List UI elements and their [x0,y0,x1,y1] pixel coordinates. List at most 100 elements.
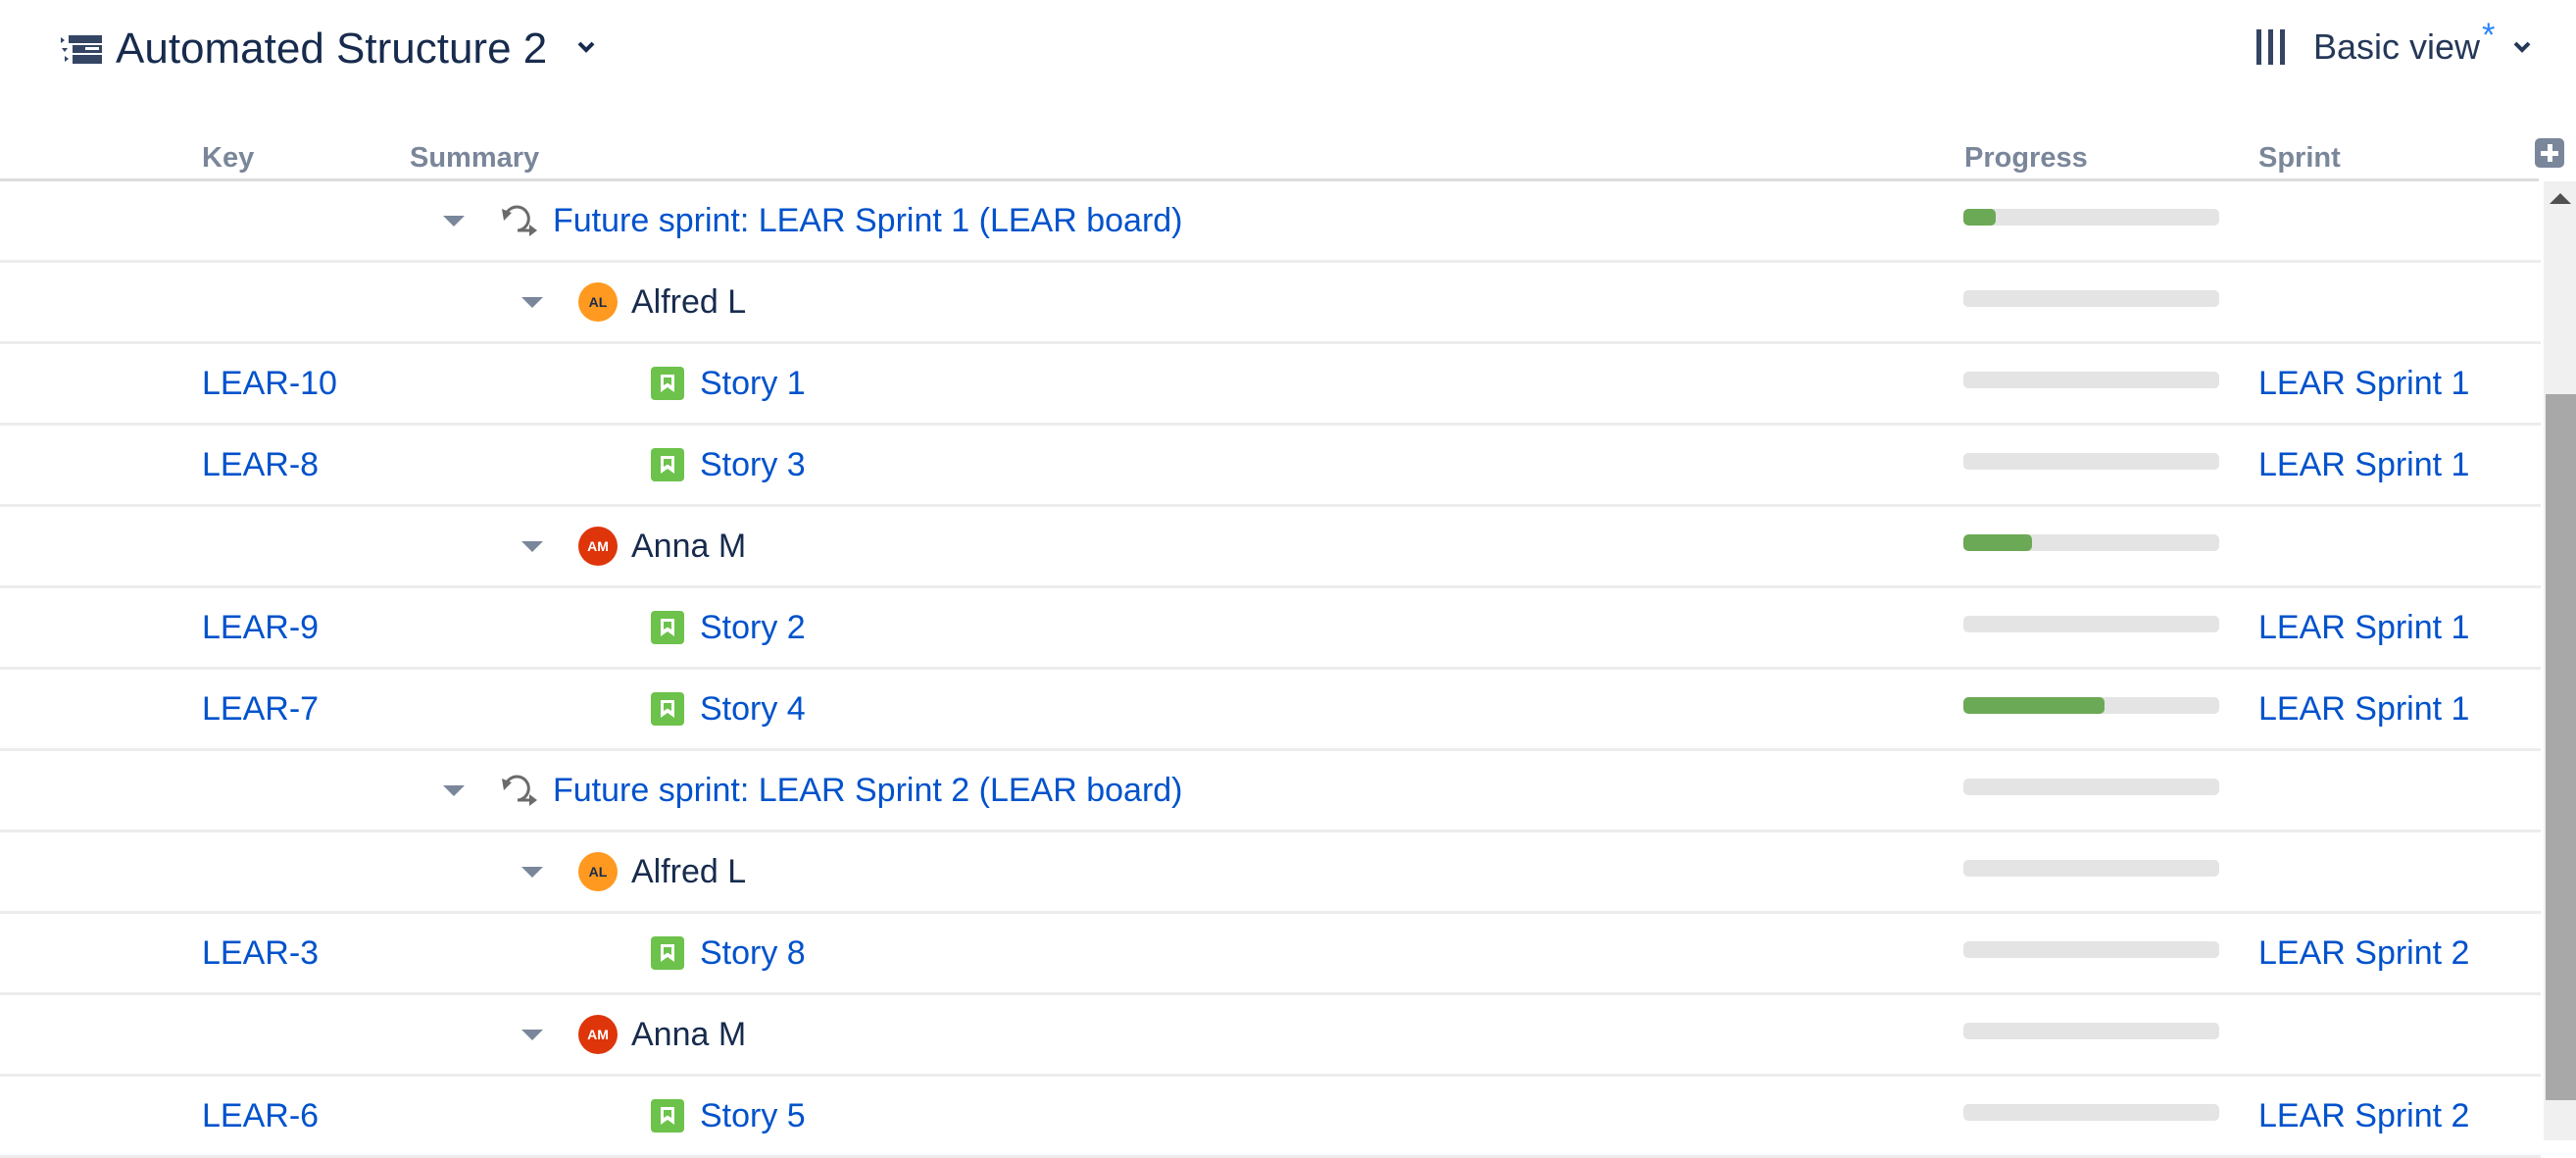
sprint-icon [502,775,537,806]
sprint-group-link[interactable]: Future sprint: LEAR Sprint 2 (LEAR board… [553,772,1183,810]
issue-key[interactable]: LEAR-8 [202,426,319,504]
table-row[interactable]: LEAR-8 Story 3 LEAR Sprint 1 [0,426,2541,507]
issue-summary-link[interactable]: Story 3 [700,446,806,484]
story-type-icon [651,1099,684,1133]
table-row[interactable]: AM Anna M [0,995,2541,1077]
summary-cell: Story 8 [651,914,806,992]
summary-cell: AL Alfred L [521,832,746,911]
sprint-link[interactable]: LEAR Sprint 1 [2258,344,2469,423]
table-header: Key Summary Progress Sprint [0,137,2539,181]
view-selector[interactable]: Basic view * [2254,16,2534,75]
structure-title[interactable]: Automated Structure 2 [116,20,547,78]
table-row[interactable]: AL Alfred L [0,832,2541,914]
sprint-link[interactable]: LEAR Sprint 2 [2258,1077,2469,1155]
assignee-name: Alfred L [631,852,747,890]
issue-summary-link[interactable]: Story 8 [700,934,806,973]
table-row[interactable]: LEAR-7 Story 4 LEAR Sprint 1 [0,670,2541,751]
summary-cell: Story 4 [651,670,806,748]
expand-toggle-icon[interactable] [443,215,465,227]
vertical-scrollbar[interactable] [2544,181,2576,1140]
summary-cell: AM Anna M [521,507,746,585]
progress-bar [1963,290,2219,307]
summary-cell: Story 3 [651,426,806,504]
issue-key[interactable]: LEAR-6 [202,1077,319,1155]
assignee-name: Anna M [631,527,747,565]
avatar: AM [578,1015,618,1054]
progress-bar [1963,1023,2219,1039]
story-type-icon [651,367,684,400]
table-row[interactable]: LEAR-10 Story 1 LEAR Sprint 1 [0,344,2541,426]
summary-cell: Future sprint: LEAR Sprint 2 (LEAR board… [443,751,1183,830]
issue-key[interactable]: LEAR-3 [202,914,319,992]
assignee-name: Alfred L [631,282,747,321]
table-row[interactable]: AM Anna M [0,507,2541,588]
column-header-key[interactable]: Key [202,137,254,178]
sprint-link[interactable]: LEAR Sprint 1 [2258,670,2469,748]
sprint-group-link[interactable]: Future sprint: LEAR Sprint 1 (LEAR board… [553,202,1183,240]
avatar: AL [578,852,618,891]
summary-cell: Story 1 [651,344,806,423]
columns-icon [2256,29,2285,65]
issue-summary-link[interactable]: Story 5 [700,1097,806,1135]
table-row[interactable]: LEAR-6 Story 5 LEAR Sprint 2 [0,1077,2541,1158]
progress-bar [1963,1104,2219,1121]
column-header-sprint[interactable]: Sprint [2258,137,2341,178]
story-type-icon [651,936,684,970]
expand-toggle-icon[interactable] [521,1029,543,1040]
view-modified-marker: * [2482,16,2496,54]
table-row[interactable]: Future sprint: LEAR Sprint 2 (LEAR board… [0,751,2541,832]
table-row[interactable]: LEAR-3 Story 8 LEAR Sprint 2 [0,914,2541,995]
expand-toggle-icon[interactable] [443,784,465,796]
summary-cell: Story 2 [651,588,806,667]
sprint-link[interactable]: LEAR Sprint 2 [2258,914,2469,992]
progress-bar [1963,697,2219,714]
sprint-icon [502,205,537,236]
structure-table: Future sprint: LEAR Sprint 1 (LEAR board… [0,181,2541,1158]
progress-fill [1963,209,1996,226]
story-type-icon [651,692,684,726]
add-column-button[interactable] [2535,138,2564,168]
progress-bar [1963,779,2219,795]
column-header-progress[interactable]: Progress [1964,137,2088,178]
story-type-icon [651,448,684,481]
scrollbar-thumb[interactable] [2546,394,2576,1100]
chevron-down-icon[interactable] [574,35,598,59]
table-row[interactable]: AL Alfred L [0,263,2541,344]
progress-fill [1963,697,2105,714]
progress-bar [1963,453,2219,470]
issue-summary-link[interactable]: Story 2 [700,609,806,647]
table-row[interactable]: Future sprint: LEAR Sprint 1 (LEAR board… [0,181,2541,263]
issue-summary-link[interactable]: Story 4 [700,690,806,729]
issue-key[interactable]: LEAR-9 [202,588,319,667]
avatar: AL [578,282,618,322]
assignee-name: Anna M [631,1015,747,1053]
table-row[interactable]: LEAR-9 Story 2 LEAR Sprint 1 [0,588,2541,670]
progress-bar [1963,209,2219,226]
structure-icon [61,35,102,64]
progress-bar [1963,534,2219,551]
scroll-up-arrow-icon[interactable] [2550,193,2571,204]
progress-bar [1963,372,2219,388]
progress-bar [1963,941,2219,958]
summary-cell: Future sprint: LEAR Sprint 1 (LEAR board… [443,181,1183,260]
issue-summary-link[interactable]: Story 1 [700,365,806,403]
chevron-down-icon [2513,41,2531,53]
summary-cell: AM Anna M [521,995,746,1074]
expand-toggle-icon[interactable] [521,296,543,308]
summary-cell: Story 5 [651,1077,806,1155]
issue-key[interactable]: LEAR-7 [202,670,319,748]
sprint-link[interactable]: LEAR Sprint 1 [2258,426,2469,504]
issue-key[interactable]: LEAR-10 [202,344,337,423]
avatar: AM [578,527,618,566]
top-bar: Automated Structure 2 Basic view * [0,0,2576,98]
summary-cell: AL Alfred L [521,263,746,341]
progress-fill [1963,534,2033,551]
sprint-link[interactable]: LEAR Sprint 1 [2258,588,2469,667]
progress-bar [1963,616,2219,632]
story-type-icon [651,611,684,644]
expand-toggle-icon[interactable] [521,540,543,552]
column-header-summary[interactable]: Summary [410,137,539,178]
view-label: Basic view [2313,26,2481,67]
progress-bar [1963,860,2219,877]
expand-toggle-icon[interactable] [521,866,543,878]
